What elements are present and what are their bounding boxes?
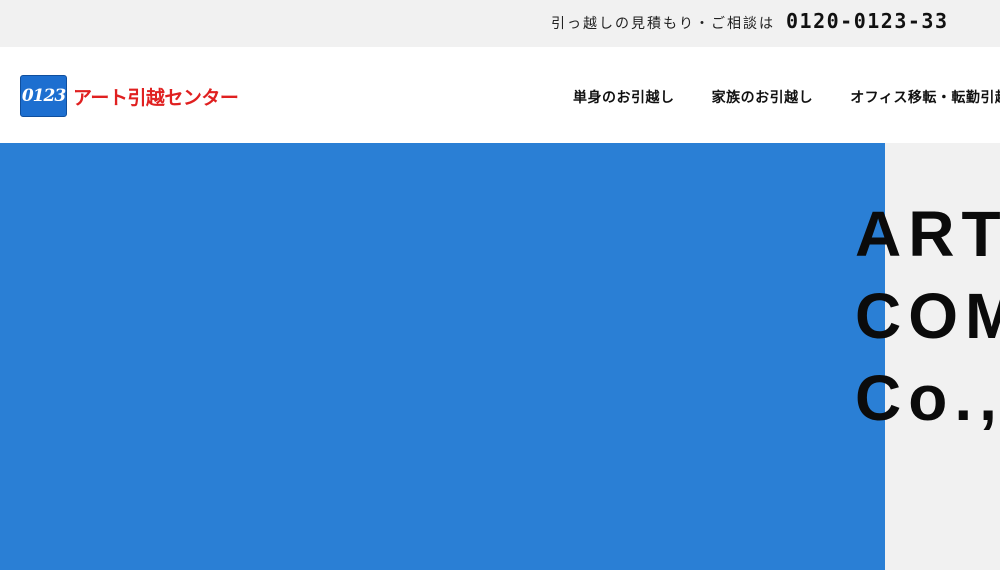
logo-badge-icon: 0123 [20,75,67,117]
nav-item-family-move[interactable]: 家族のお引越し [712,87,814,107]
logo-company-name: アート引越センター [73,86,239,109]
hero-title-line-3: Co., [855,362,1000,434]
site-logo[interactable]: 0123 アート引越センター [20,75,239,117]
hero-image-panel [0,143,885,570]
contact-prompt-text: 引っ越しの見積もり・ご相談は [551,16,775,32]
logo-badge-text: 0123 [21,86,66,106]
site-header: 0123 アート引越センター 単身のお引越し 家族のお引越し オフィス移転・転勤… [0,47,1000,143]
nav-item-single-move[interactable]: 単身のお引越し [573,87,675,107]
phone-number-link[interactable]: 0120-0123-33 [786,9,949,33]
page: 引っ越しの見積もり・ご相談は 0120-0123-33 0123 アート引越セン… [0,0,1000,570]
nav-item-office-move[interactable]: オフィス移転・転勤引越し [850,87,1000,107]
main-navigation: 単身のお引越し 家族のお引越し オフィス移転・転勤引越し [573,87,1000,107]
hero-title-line-1: ART [855,198,1000,270]
hero-title-line-2: COM [855,280,1000,352]
hero-title: ART COM Co., [855,193,1000,439]
hero-section: ART COM Co., [0,143,1000,570]
top-utility-bar: 引っ越しの見積もり・ご相談は 0120-0123-33 [0,0,1000,47]
